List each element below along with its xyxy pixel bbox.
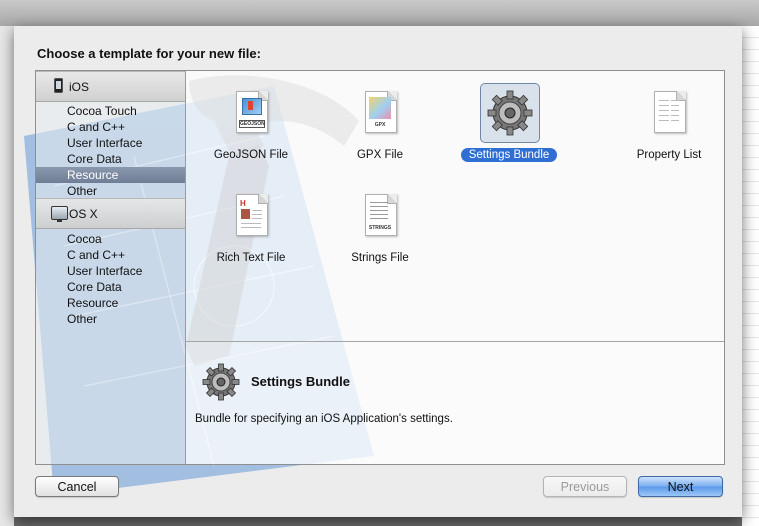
mac-display-icon — [51, 206, 68, 222]
section-label: OS X — [69, 207, 98, 221]
template-label: Rich Text File — [216, 252, 286, 264]
template-strings-file[interactable]: STRINGS Strings File — [315, 180, 445, 280]
template-gpx-file[interactable]: GPX GPX File — [315, 77, 445, 177]
template-chooser: iOS Cocoa Touch C and C++ User Interface… — [35, 70, 725, 465]
template-label: Settings Bundle — [444, 148, 574, 162]
sidebar-item-ios-resource[interactable]: Resource — [36, 167, 185, 183]
next-button[interactable]: Next — [638, 476, 723, 497]
template-label: Property List — [636, 149, 702, 161]
template-property-list[interactable]: Property List — [604, 77, 734, 177]
sidebar-item-osx-user-interface[interactable]: User Interface — [36, 263, 185, 279]
template-settings-bundle[interactable]: Settings Bundle — [444, 77, 574, 177]
background-window-toolbar — [0, 0, 759, 27]
background-window-left — [0, 26, 14, 526]
sidebar-item-ios-other[interactable]: Other — [36, 183, 185, 199]
sidebar-item-osx-cocoa[interactable]: Cocoa — [36, 231, 185, 247]
rich-text-file-icon: H — [222, 186, 280, 244]
settings-gear-icon — [480, 83, 540, 143]
description-text: Bundle for specifying an iOS Application… — [195, 413, 453, 425]
sidebar-item-ios-cocoa-touch[interactable]: Cocoa Touch — [36, 103, 185, 119]
sidebar-item-osx-c-and-cpp[interactable]: C and C++ — [36, 247, 185, 263]
settings-gear-icon — [198, 359, 244, 405]
sidebar-section-osx[interactable]: OS X — [36, 198, 185, 229]
sidebar-item-osx-other[interactable]: Other — [36, 311, 185, 327]
sidebar-item-ios-core-data[interactable]: Core Data — [36, 151, 185, 167]
template-rich-text-file[interactable]: H Rich Text File — [186, 180, 316, 280]
strings-file-icon: STRINGS — [351, 186, 409, 244]
sidebar-item-osx-core-data[interactable]: Core Data — [36, 279, 185, 295]
new-file-sheet: Choose a template for your new file: iOS… — [14, 26, 742, 517]
sidebar-item-osx-resource[interactable]: Resource — [36, 295, 185, 311]
sidebar-section-ios[interactable]: iOS — [36, 71, 185, 102]
description-title: Settings Bundle — [251, 374, 350, 389]
cancel-button[interactable]: Cancel — [35, 476, 119, 497]
property-list-file-icon — [640, 83, 698, 141]
sidebar-item-ios-c-and-cpp[interactable]: C and C++ — [36, 119, 185, 135]
template-geojson-file[interactable]: GEOJSON GeoJSON File — [186, 77, 316, 177]
geojson-file-icon: GEOJSON — [222, 83, 280, 141]
section-label: iOS — [69, 80, 90, 94]
platform-sidebar: iOS Cocoa Touch C and C++ User Interface… — [36, 71, 186, 464]
template-tag: GEOJSON — [239, 120, 265, 128]
template-tag: STRINGS — [368, 225, 392, 231]
template-label: Strings File — [351, 252, 409, 264]
ios-device-icon — [54, 78, 63, 93]
template-label: GeoJSON File — [213, 149, 289, 161]
sidebar-item-ios-user-interface[interactable]: User Interface — [36, 135, 185, 151]
previous-button[interactable]: Previous — [543, 476, 627, 497]
template-description-panel: Settings Bundle Bundle for specifying an… — [186, 342, 724, 464]
template-tag: GPX — [374, 122, 386, 128]
dialog-title: Choose a template for your new file: — [37, 46, 261, 61]
gpx-file-icon: GPX — [351, 83, 409, 141]
template-label: GPX File — [356, 149, 403, 161]
template-grid: GEOJSON GeoJSON File GPX GPX File Settin… — [186, 71, 724, 342]
background-window-right — [742, 26, 759, 526]
